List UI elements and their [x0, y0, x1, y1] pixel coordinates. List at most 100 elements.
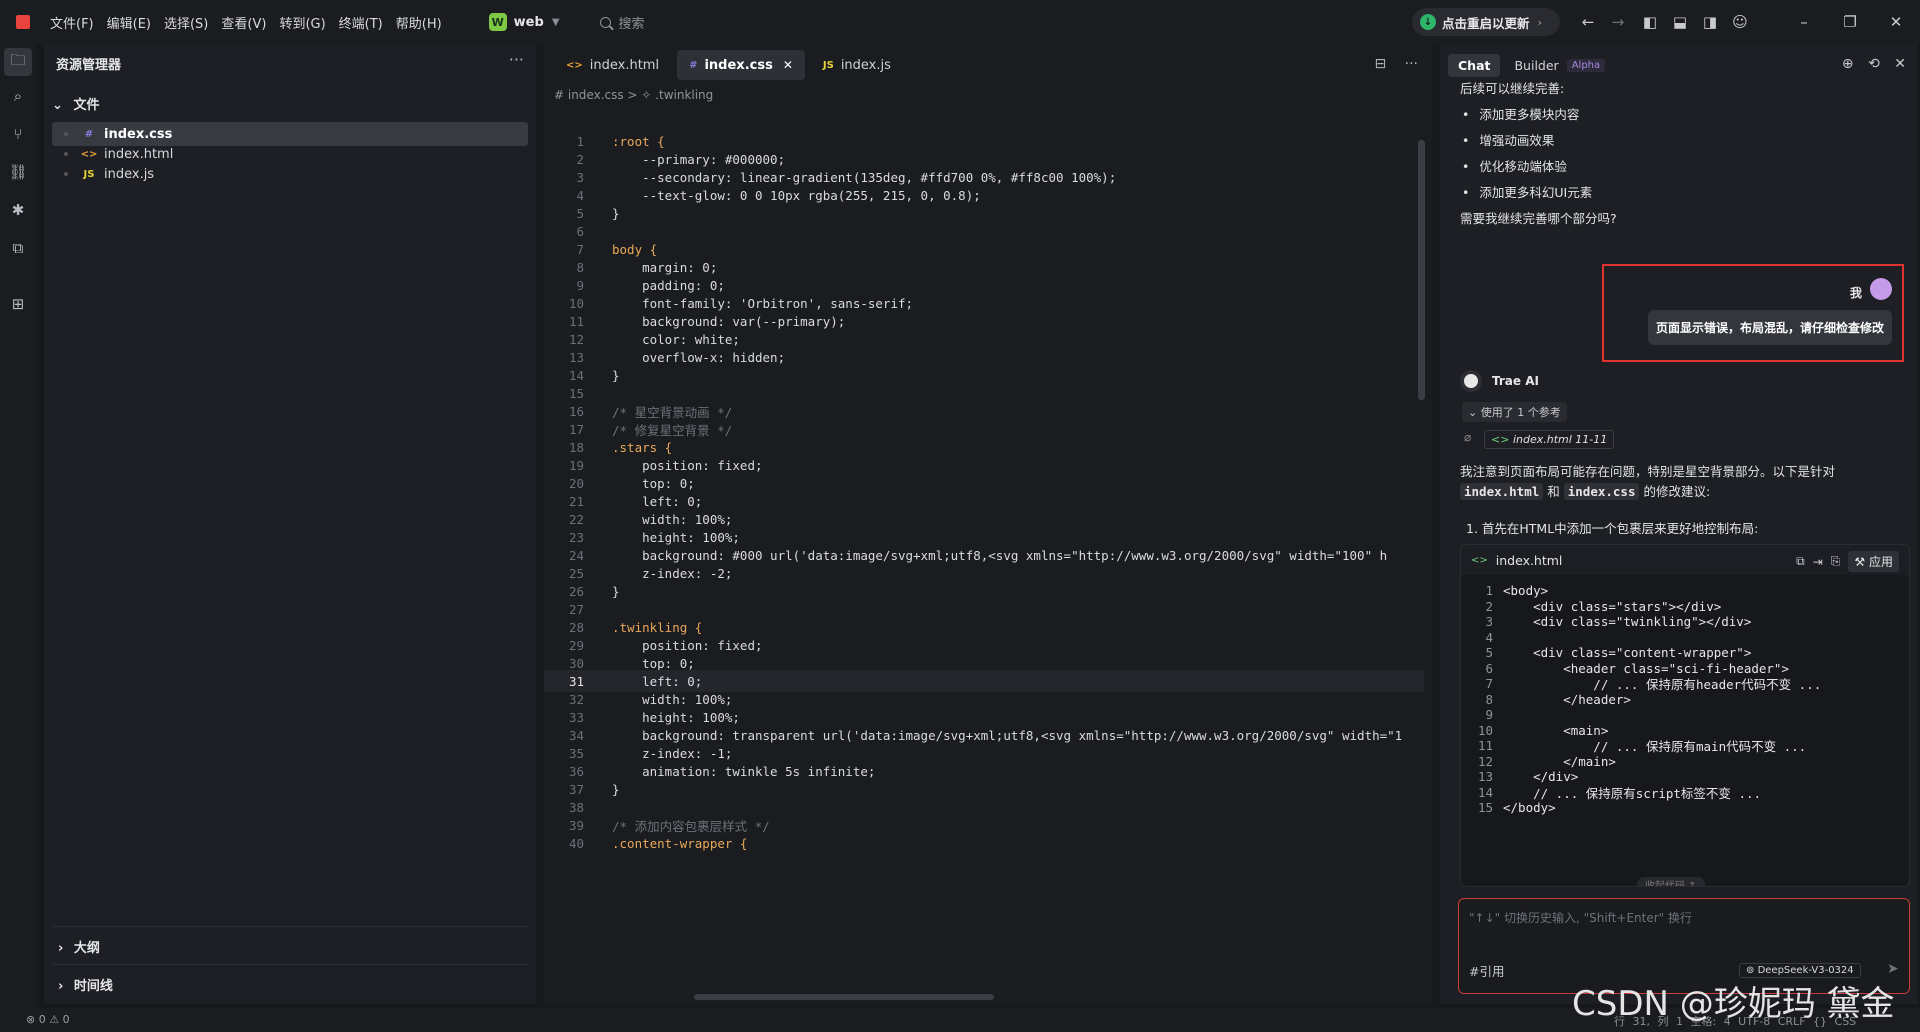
editor-actions: ⊟ ··· [1374, 56, 1418, 72]
line-text: height: 100%; [612, 709, 740, 725]
js-file-icon: JS [822, 59, 834, 71]
breadcrumb[interactable]: # index.css > ✧ .twinkling [554, 88, 713, 102]
line-number: 20 [568, 475, 584, 491]
search-input[interactable]: 搜索 [599, 13, 645, 32]
reference-button[interactable]: #引用 [1469, 961, 1504, 980]
close-window-icon[interactable]: ✕ [1886, 12, 1906, 32]
line-text: z-index: -1; [612, 745, 733, 761]
file-name: index.html [104, 146, 174, 162]
file-name: index.css [104, 126, 173, 142]
preview-icon[interactable]: ⧉ [8, 238, 28, 258]
more-icon[interactable]: ··· [1405, 56, 1418, 72]
code-line: 15 </body> [1461, 798, 1556, 817]
tab-chat[interactable]: Chat [1448, 54, 1501, 77]
line-text: } [612, 205, 620, 221]
account-icon[interactable]: ☺ [1730, 12, 1750, 32]
tab-index-html[interactable]: <> index.html [554, 50, 671, 80]
editor-tabs: <> index.html # index.css ✕ JS index.js [544, 44, 1432, 86]
line-number: 16 [568, 403, 584, 419]
line-text: .stars { [612, 439, 673, 455]
line-text: </body> [1503, 800, 1556, 815]
problems-indicator[interactable]: ⊗ 0 ⚠ 0 [26, 1013, 70, 1026]
answer-text: 我注意到页面布局可能存在问题，特别是星空背景部分。以下是针对 [1460, 464, 1836, 479]
explorer-icon[interactable]: 🗀 [4, 48, 32, 76]
split-editor-icon[interactable]: ⊟ [1374, 56, 1386, 72]
toggle-right-panel-icon[interactable]: ◨ [1700, 12, 1720, 32]
answer-text: 和 [1547, 484, 1560, 499]
menu-help[interactable]: 帮助(H) [396, 13, 442, 32]
menu-select[interactable]: 选择(S) [164, 13, 208, 32]
line-text: animation: twinkle 5s infinite; [612, 763, 876, 779]
timeline-section[interactable]: › 时间线 [52, 964, 528, 996]
line-text: width: 100%; [612, 511, 733, 527]
extensions-icon[interactable]: ⊞ [8, 294, 28, 314]
menu-edit[interactable]: 编辑(E) [107, 13, 151, 32]
files-section-header[interactable]: ⌄ 文件 [52, 94, 99, 113]
attachment-icon: ⌀ [1464, 430, 1472, 444]
restore-icon[interactable]: ❐ [1840, 12, 1860, 32]
line-number: 27 [568, 601, 584, 617]
outline-section[interactable]: › 大纲 [52, 926, 528, 958]
workspace-switcher[interactable]: W web ▼ [483, 9, 566, 35]
collapse-code-button[interactable]: 收起代码 ↑ [1637, 877, 1705, 886]
debug-icon[interactable]: ✱ [8, 200, 28, 220]
code-view[interactable]: 1:root {2 --primary: #000000; 3 --seconda… [544, 122, 1424, 992]
css-file-icon: # [689, 59, 698, 71]
tab-index-css[interactable]: # index.css ✕ [677, 50, 805, 80]
apply-icon: ⚒ [1854, 555, 1869, 569]
line-number: 26 [568, 583, 584, 599]
html-file-icon: <> [1491, 433, 1513, 446]
user-avatar [1870, 278, 1892, 300]
close-tab-icon[interactable]: ✕ [783, 58, 793, 72]
line-number: 11 [568, 313, 584, 329]
restart-update-button[interactable]: ↓ 点击重启以更新 › [1412, 8, 1560, 36]
line-number: 40 [568, 835, 584, 851]
toggle-sidebar-icon[interactable]: ◧ [1640, 12, 1660, 32]
outline-label: 大纲 [73, 941, 100, 956]
send-icon[interactable]: ➤ [1887, 961, 1899, 977]
tab-index-js[interactable]: JS index.js [811, 50, 903, 80]
line-number: 25 [568, 565, 584, 581]
file-item-index-js[interactable]: JS index.js [52, 162, 528, 186]
history-icon[interactable]: ⟲ [1868, 56, 1880, 72]
line-number: 8 [576, 259, 584, 275]
new-chat-icon[interactable]: ⊕ [1842, 56, 1854, 72]
menu-bar: 文件(F) 编辑(E) 选择(S) 查看(V) 转到(G) 终端(T) 帮助(H… [50, 13, 455, 32]
line-number: 35 [568, 745, 584, 761]
tree-indent-dot [64, 152, 68, 156]
code-block-card: <> index.html ⧉ ⇥ ⎘ ⚒ 应用 1 <body> 2 <div c… [1460, 544, 1910, 887]
line-number: 4 [576, 187, 584, 203]
copy-icon[interactable]: ⧉ [1796, 554, 1805, 569]
diff-icon[interactable]: ⎘ [1831, 554, 1841, 569]
toggle-panel-icon[interactable]: ⬓ [1670, 12, 1690, 32]
tab-label: index.css [704, 57, 773, 73]
line-number: 1 [576, 133, 584, 149]
code-line[interactable]: 40 .content-wrapper { [544, 832, 1424, 854]
inline-code: index.css [1563, 483, 1640, 500]
remote-link-icon[interactable]: ⛓ [8, 162, 28, 182]
insert-icon[interactable]: ⇥ [1813, 555, 1823, 569]
menu-goto[interactable]: 转到(G) [279, 13, 325, 32]
more-icon[interactable]: ··· [509, 50, 524, 69]
vertical-scrollbar[interactable] [1418, 140, 1425, 400]
horizontal-scrollbar[interactable] [694, 994, 994, 1000]
line-text: background: var(--primary); [612, 313, 846, 329]
apply-button[interactable]: ⚒ 应用 [1848, 551, 1899, 572]
files-section-label: 文件 [73, 98, 100, 113]
source-control-icon[interactable]: ⑂ [8, 124, 28, 144]
menu-view[interactable]: 查看(V) [221, 13, 266, 32]
file-name: index.js [104, 166, 155, 182]
references-toggle[interactable]: ⌄ 使用了 1 个参考 [1462, 402, 1567, 422]
tab-builder[interactable]: Builder [1504, 54, 1568, 77]
menu-terminal[interactable]: 终端(T) [339, 13, 383, 32]
close-panel-icon[interactable]: ✕ [1894, 56, 1906, 72]
search-icon[interactable]: ⌕ [8, 86, 28, 106]
line-number: 14 [568, 367, 584, 383]
back-arrow-icon[interactable]: ← [1578, 12, 1598, 32]
menu-file[interactable]: 文件(F) [50, 13, 94, 32]
minimize-icon[interactable]: – [1794, 12, 1814, 32]
forward-arrow-icon[interactable]: → [1608, 12, 1628, 32]
search-icon [599, 16, 611, 28]
reference-chip[interactable]: <> index.html 11-11 [1484, 430, 1615, 449]
search-placeholder: 搜索 [618, 16, 645, 32]
